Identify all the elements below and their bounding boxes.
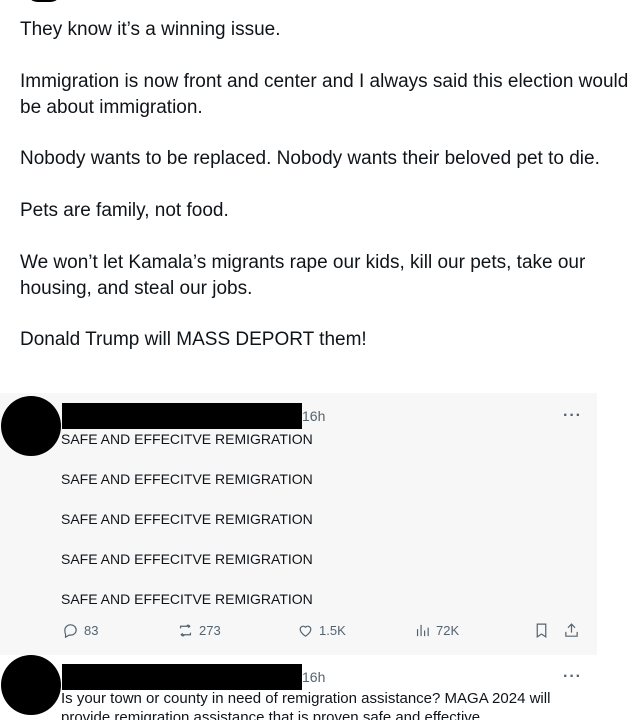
heart-icon — [299, 625, 312, 637]
bookmark-button[interactable] — [533, 622, 550, 639]
more-options-icon[interactable]: ··· — [563, 668, 582, 686]
redacted-username — [62, 403, 302, 429]
share-icon — [565, 623, 578, 637]
reply-icon — [64, 624, 77, 639]
tweet-text-line: We won’t let Kamala’s migrants rape our … — [20, 252, 586, 273]
repost-button[interactable]: 273 — [177, 622, 221, 639]
reply-button[interactable]: 83 — [62, 622, 98, 639]
avatar[interactable] — [26, 0, 62, 2]
reply-count: 83 — [84, 623, 99, 638]
view-count: 72K — [436, 623, 460, 638]
like-count: 1.5K — [319, 623, 346, 638]
reply-text: Is your town or county in need of remigr… — [61, 690, 551, 720]
tweet-text-line: be about immigration. — [20, 97, 203, 118]
reply-text-line: SAFE AND EFFECITVE REMIGRATION — [61, 591, 313, 607]
tweet-action-bar: 83 273 1.5K 72K — [0, 622, 597, 642]
reply-tweet[interactable]: 16h ··· SAFE AND EFFECITVE REMIGRATION S… — [0, 393, 597, 655]
tweet-text-line: Immigration is now front and center and … — [20, 71, 629, 92]
reply-text-line: SAFE AND EFFECITVE REMIGRATION — [61, 431, 313, 447]
avatar[interactable] — [1, 396, 61, 456]
tweet-text-line: Pets are family, not food. — [20, 200, 229, 221]
tweet-timestamp[interactable]: 16h — [302, 669, 325, 685]
reply-text-line: SAFE AND EFFECITVE REMIGRATION — [61, 511, 313, 527]
share-button[interactable] — [563, 622, 580, 639]
reply-text-line: SAFE AND EFFECITVE REMIGRATION — [61, 471, 313, 487]
main-tweet-body: They know it’s a winning issue. Immigrat… — [0, 0, 632, 356]
repost-icon — [179, 624, 192, 637]
reply-text-line: SAFE AND EFFECITVE REMIGRATION — [61, 551, 313, 567]
tweet-timestamp[interactable]: 16h — [302, 408, 325, 424]
tweet-text-line: Nobody wants to be replaced. Nobody want… — [20, 148, 600, 169]
like-button[interactable]: 1.5K — [297, 622, 346, 639]
views-button[interactable]: 72K — [414, 622, 459, 639]
tweet-text-line: housing, and steal our jobs. — [20, 278, 253, 299]
bookmark-icon — [536, 623, 547, 639]
more-options-icon[interactable]: ··· — [563, 407, 582, 425]
tweet-text-line: Donald Trump will MASS DEPORT them! — [20, 329, 367, 350]
avatar[interactable] — [1, 655, 61, 715]
redacted-username — [62, 664, 302, 690]
tweet-text-line: They know it’s a winning issue. — [20, 19, 281, 40]
repost-count: 273 — [199, 623, 221, 638]
views-icon — [416, 624, 429, 637]
reply-tweet[interactable]: 16h ··· Is your town or county in need o… — [0, 655, 632, 720]
